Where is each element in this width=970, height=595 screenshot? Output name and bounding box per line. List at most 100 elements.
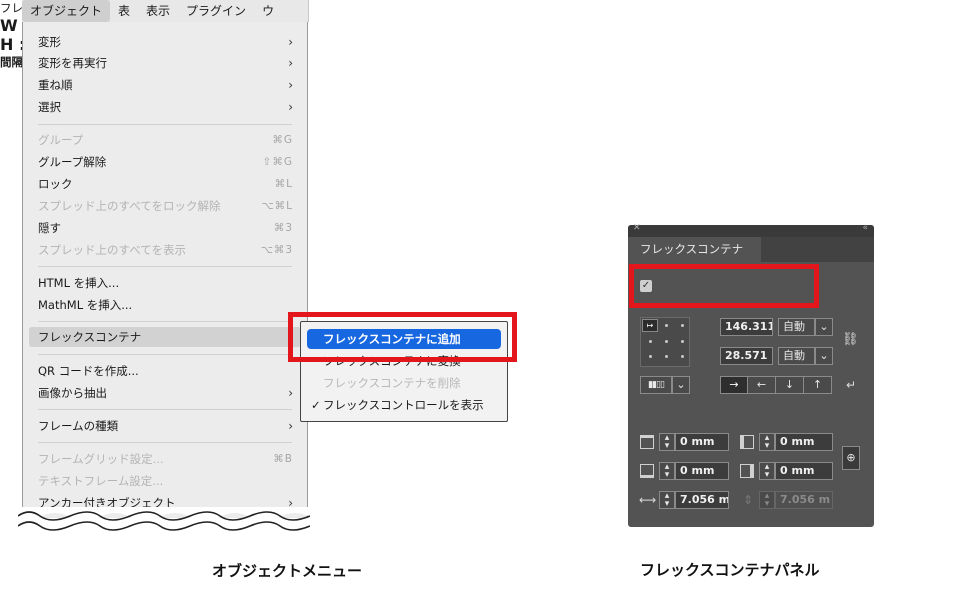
close-icon[interactable]: ✕	[633, 223, 641, 233]
menu-item-label: 画像から抽出	[38, 386, 107, 400]
align-dot[interactable]	[681, 355, 684, 358]
align-dot[interactable]	[649, 355, 652, 358]
chevron-right-icon: ›	[288, 35, 293, 49]
padding-top-stepper[interactable]: ▴ ▾	[659, 433, 675, 451]
submenu-item-show-flex-controls[interactable]: ✓ フレックスコントロールを表示	[307, 395, 501, 415]
align-dot[interactable]	[665, 340, 668, 343]
menu-item-label: 選択	[38, 100, 61, 114]
direction-right-icon[interactable]: →	[720, 376, 748, 394]
align-top-left-icon[interactable]: ↦	[642, 319, 658, 332]
menu-item-insert-html[interactable]: HTML を挿入...	[29, 273, 301, 293]
padding-left-stepper[interactable]: ▴ ▾	[759, 433, 775, 451]
wrap-mode-icon[interactable]: ▮▮▯▯	[640, 376, 672, 394]
unlink-icon[interactable]: ⛓	[842, 332, 859, 348]
padding-top-field[interactable]: 0 mm	[675, 433, 729, 451]
padding-right-field[interactable]: 0 mm	[775, 462, 833, 480]
menu-item-frame-type[interactable]: フレームの種類 ›	[29, 416, 301, 436]
menu-item-hide[interactable]: 隠す ⌘3	[29, 218, 301, 238]
submenu-item-label: フレックスコンテナを削除	[323, 376, 461, 390]
torn-edge-decoration	[18, 507, 310, 531]
align-dot[interactable]	[665, 324, 668, 327]
menu-item-label: 変形を再実行	[38, 56, 107, 70]
menu-item-select[interactable]: 選択 ›	[29, 97, 301, 117]
padding-right-icon	[740, 464, 754, 478]
return-icon[interactable]: ↵	[844, 377, 858, 393]
menu-item-ungroup[interactable]: グループ解除 ⇧⌘G	[29, 152, 301, 172]
chevron-right-icon: ›	[288, 56, 293, 70]
menu-item-frame-grid-options[interactable]: フレームグリッド設定... ⌘B	[29, 449, 301, 469]
align-dot[interactable]	[681, 324, 684, 327]
height-mode-select[interactable]: 自動	[778, 347, 815, 365]
menu-item-flex-container[interactable]: フレックスコンテナ ›	[29, 327, 301, 347]
object-menu: 変形 › 変形を再実行 › 重ね順 › 選択 › グループ ⌘G グループ解除 ⇧⌘G ロッ…	[22, 22, 308, 518]
menubar-item-plugins[interactable]: プラグイン	[178, 0, 254, 22]
menu-separator	[38, 354, 292, 355]
align-dot[interactable]	[681, 340, 684, 343]
collapse-icon[interactable]: «	[862, 223, 868, 233]
alignment-grid[interactable]: ↦	[640, 317, 690, 367]
menu-item-insert-mathml[interactable]: MathML を挿入...	[29, 295, 301, 315]
height-mode-chevron-icon[interactable]: ⌄	[815, 347, 833, 365]
menu-item-unlock-all[interactable]: スプレッド上のすべてをロック解除 ⌥⌘L	[29, 196, 301, 216]
row-gap-icon: ⇕	[742, 493, 754, 507]
menubar-item-table[interactable]: 表	[110, 0, 138, 22]
shortcut: ⌘B	[273, 453, 293, 465]
direction-down-icon[interactable]: ↓	[776, 376, 804, 394]
padding-bottom-field[interactable]: 0 mm	[675, 462, 729, 480]
tab-flex-container[interactable]: フレックスコンテナ	[628, 237, 761, 262]
direction-left-icon[interactable]: ←	[748, 376, 776, 394]
padding-bottom-stepper[interactable]: ▴ ▾	[659, 462, 675, 480]
column-gap-stepper[interactable]: ▴ ▾	[659, 491, 675, 509]
panel-title-strip: ✕ «	[628, 223, 874, 237]
link-padding-icon[interactable]: ⊕	[842, 446, 860, 470]
menubar-item-window[interactable]: ウ	[254, 0, 282, 22]
checkmark-icon: ✓	[311, 398, 321, 412]
align-dot[interactable]	[665, 355, 668, 358]
width-mode-chevron-icon[interactable]: ⌄	[815, 318, 833, 336]
chevron-right-icon: ›	[288, 100, 293, 114]
menu-item-label: スプレッド上のすべてをロック解除	[38, 199, 221, 213]
shortcut: ⌘3	[273, 222, 293, 234]
menu-item-show-all[interactable]: スプレッド上のすべてを表示 ⌥⌘3	[29, 240, 301, 260]
shortcut: ⌥⌘3	[260, 244, 293, 256]
caption-flex-panel: フレックスコンテナパネル	[640, 561, 820, 579]
menu-item-label: フレームグリッド設定...	[38, 452, 164, 466]
highlight-frame	[288, 312, 517, 362]
menu-item-group[interactable]: グループ ⌘G	[29, 130, 301, 150]
menu-item-arrange[interactable]: 重ね順 ›	[29, 75, 301, 95]
height-field[interactable]: 28.571	[720, 347, 773, 365]
chevron-right-icon: ›	[288, 419, 293, 433]
menu-item-text-frame-options[interactable]: テキストフレーム設定...	[29, 471, 301, 491]
menu-item-extract-from-image[interactable]: 画像から抽出 ›	[29, 383, 301, 403]
menu-item-create-qr[interactable]: QR コードを作成...	[29, 361, 301, 381]
menu-item-label: グループ解除	[38, 155, 107, 169]
padding-top-icon	[640, 435, 654, 449]
menu-item-label: フレックスコンテナ	[38, 330, 142, 344]
menu-item-label: QR コードを作成...	[38, 364, 139, 378]
column-gap-field[interactable]: 7.056 m	[675, 491, 729, 509]
padding-right-stepper[interactable]: ▴ ▾	[759, 462, 775, 480]
padding-left-field[interactable]: 0 mm	[775, 433, 833, 451]
shortcut: ⌘G	[272, 134, 293, 146]
menu-item-transform[interactable]: 変形 ›	[29, 32, 301, 52]
submenu-item-remove-flex-container[interactable]: フレックスコンテナを削除	[307, 373, 501, 393]
menu-item-lock[interactable]: ロック ⌘L	[29, 174, 301, 194]
menu-item-label: MathML を挿入...	[38, 298, 133, 312]
menu-item-transform-again[interactable]: 変形を再実行 ›	[29, 53, 301, 73]
menu-separator	[38, 409, 292, 410]
padding-bottom-icon	[640, 464, 654, 478]
caption-object-menu: オブジェクトメニュー	[212, 562, 363, 580]
column-gap-icon: ⟷	[639, 493, 657, 507]
wrap-mode-chevron-icon[interactable]: ⌄	[672, 376, 690, 394]
menubar-item-view[interactable]: 表示	[138, 0, 178, 22]
align-dot[interactable]	[649, 340, 652, 343]
row-gap-field[interactable]: 7.056 m	[775, 491, 833, 509]
menu-item-label: 変形	[38, 35, 61, 49]
direction-up-icon[interactable]: ↑	[804, 376, 832, 394]
padding-left-icon	[740, 435, 754, 449]
width-mode-select[interactable]: 自動	[778, 318, 815, 336]
row-gap-stepper[interactable]: ▴ ▾	[759, 491, 775, 509]
menubar-item-object[interactable]: オブジェクト	[22, 0, 111, 22]
width-field[interactable]: 146.311	[720, 318, 773, 336]
menu-item-label: スプレッド上のすべてを表示	[38, 243, 187, 257]
